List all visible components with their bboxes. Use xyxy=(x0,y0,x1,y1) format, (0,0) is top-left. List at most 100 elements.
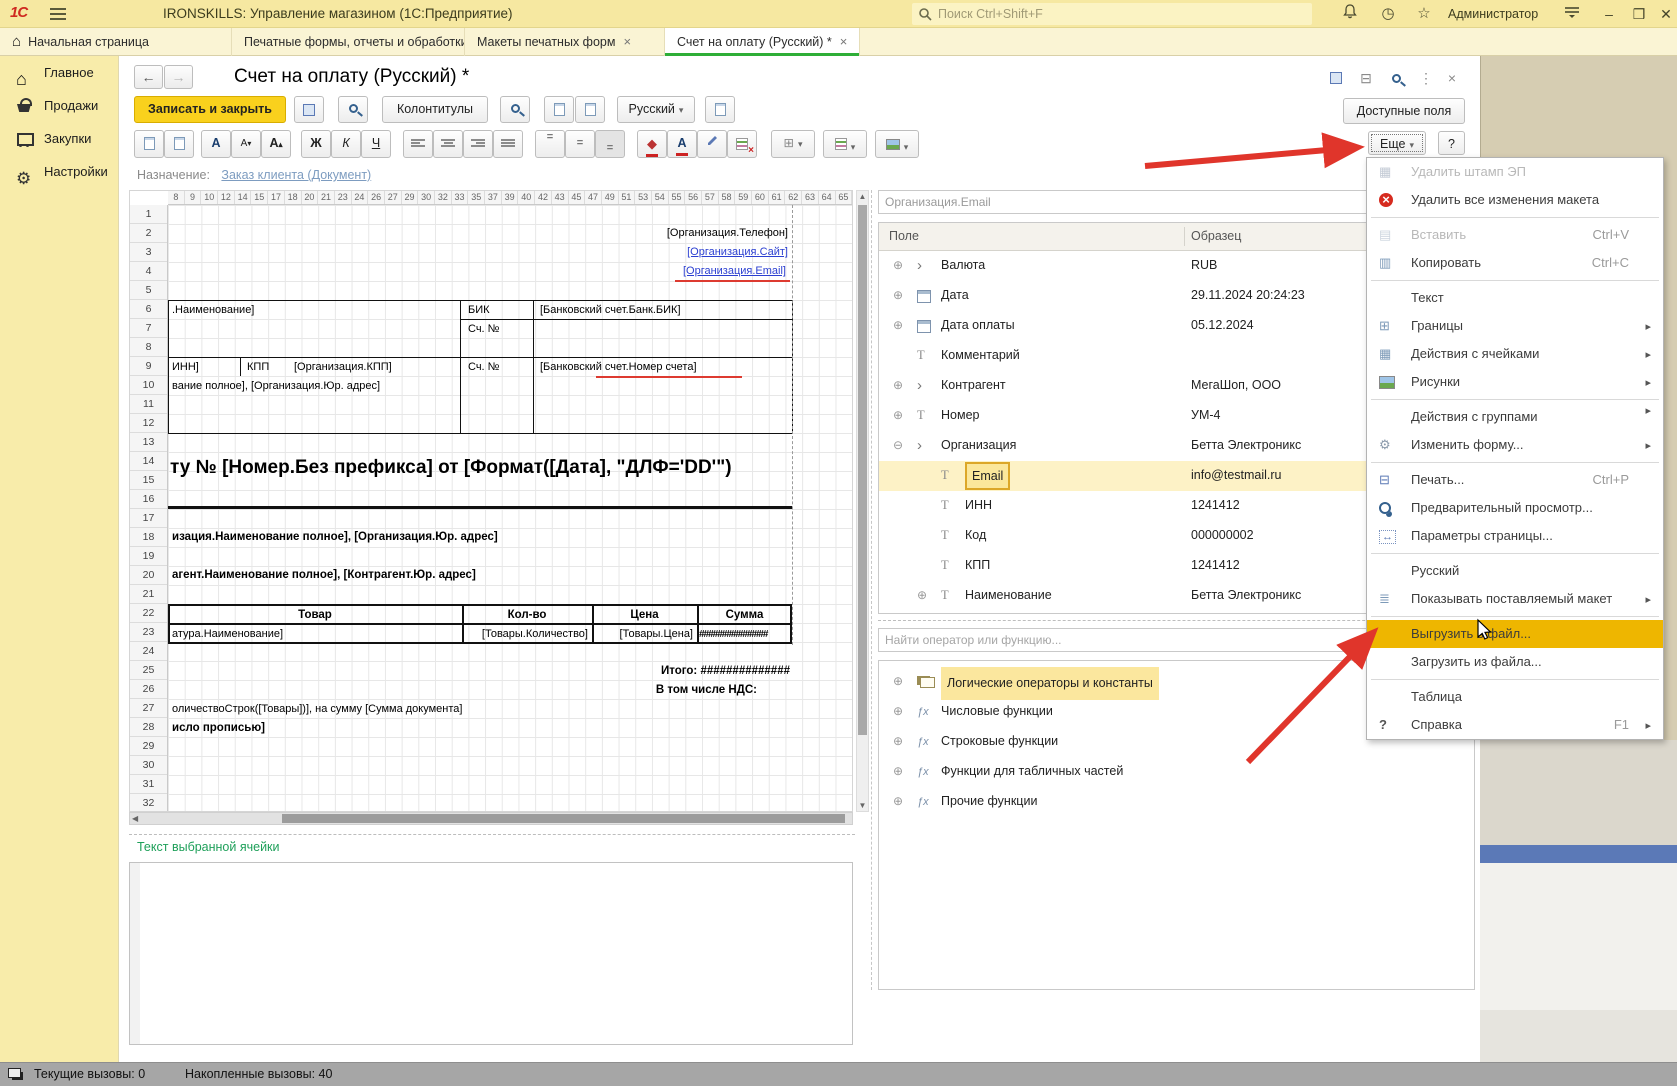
column-header[interactable]: 10 xyxy=(201,191,218,204)
font-button[interactable]: A xyxy=(201,130,231,158)
column-header[interactable]: 33 xyxy=(452,191,469,204)
column-header[interactable]: 30 xyxy=(418,191,435,204)
sheet-cell[interactable]: [Банковский счет.Банк.БИК] xyxy=(540,303,681,317)
expand-icon[interactable] xyxy=(893,401,907,430)
headers-footers-button[interactable]: Колонтитулы xyxy=(382,96,488,123)
save-and-close-button[interactable]: Записать и закрыть xyxy=(134,96,286,123)
row-header[interactable]: 16 xyxy=(130,490,167,509)
borders-dropdown[interactable]: ⊞▾ xyxy=(771,130,815,158)
menu-item[interactable]: Удалить все изменения макета xyxy=(1367,186,1663,214)
row-header[interactable]: 24 xyxy=(130,642,167,661)
sheet-cell[interactable]: [Организация.Сайт] xyxy=(330,245,788,259)
row-header[interactable]: 21 xyxy=(130,585,167,604)
font-decrease-button[interactable]: A▾ xyxy=(231,130,261,158)
sheet-cell[interactable]: Товар xyxy=(168,608,462,622)
column-header[interactable]: 37 xyxy=(485,191,502,204)
expand-icon[interactable] xyxy=(893,757,907,786)
print-icon[interactable]: ⊟ xyxy=(1354,69,1378,89)
row-header[interactable]: 4 xyxy=(130,262,167,281)
tab-close-icon[interactable]: × xyxy=(623,34,631,49)
column-header[interactable]: 9 xyxy=(185,191,202,204)
menu-item[interactable]: Параметры страницы... xyxy=(1367,522,1663,550)
sheet-cell[interactable]: Сумма xyxy=(697,608,792,622)
sheet-cell[interactable]: Кол-во xyxy=(462,608,592,622)
tab-close-icon[interactable]: × xyxy=(840,34,848,49)
notifications-bell-icon[interactable] xyxy=(1338,4,1362,24)
field-name[interactable]: Дата xyxy=(941,281,969,310)
cells-merge-dropdown[interactable]: ▾ xyxy=(823,130,867,158)
column-headers[interactable]: 8910121415171820212324262729303233353739… xyxy=(168,191,852,205)
pen-style-button[interactable] xyxy=(697,130,727,158)
function-group-label[interactable]: Функции для табличных частей xyxy=(941,757,1123,786)
column-header[interactable]: 51 xyxy=(619,191,636,204)
column-header[interactable]: 56 xyxy=(685,191,702,204)
sheet-cell[interactable]: [Организация.Телефон] xyxy=(330,226,788,240)
sheet-cell[interactable]: Цена xyxy=(592,608,697,622)
copy-button[interactable] xyxy=(164,130,194,158)
field-name[interactable]: Комментарий xyxy=(941,341,1020,370)
sheet-cell[interactable]: Итого: ############## xyxy=(430,664,790,678)
column-header[interactable]: 8 xyxy=(168,191,185,204)
service-settings-icon[interactable] xyxy=(1560,4,1584,24)
row-header[interactable]: 29 xyxy=(130,737,167,756)
available-fields-button[interactable]: Доступные поля xyxy=(1343,98,1465,124)
back-button[interactable]: ← xyxy=(134,65,163,89)
row-header[interactable]: 9 xyxy=(130,357,167,376)
expand-icon[interactable] xyxy=(893,251,907,280)
row-header[interactable]: 1 xyxy=(130,205,167,224)
preview-button[interactable] xyxy=(338,96,368,123)
selected-cell-text-area[interactable] xyxy=(129,862,853,1045)
field-name[interactable]: Номер xyxy=(941,401,979,430)
valign-bottom-button[interactable]: = xyxy=(595,130,625,158)
sheet-cell[interactable]: [Организация.Email] xyxy=(330,264,786,278)
save-icon[interactable] xyxy=(1324,69,1348,89)
column-header[interactable]: 20 xyxy=(302,191,319,204)
more-dots-icon[interactable]: ⋮ xyxy=(1414,69,1438,89)
column-header[interactable]: 60 xyxy=(752,191,769,204)
valign-top-button[interactable]: = xyxy=(535,130,565,158)
expand-icon[interactable] xyxy=(917,581,931,610)
sheet-cell[interactable]: Сч. № xyxy=(468,322,499,336)
main-menu-icon[interactable] xyxy=(50,8,66,20)
sheet-cell[interactable]: КПП xyxy=(247,360,269,374)
menu-item[interactable]: Справка F1 xyxy=(1367,711,1663,739)
clear-cells-button[interactable]: × xyxy=(727,130,757,158)
column-header[interactable]: 39 xyxy=(502,191,519,204)
row-header[interactable]: 25 xyxy=(130,661,167,680)
splitter-horizontal[interactable] xyxy=(129,834,855,835)
field-name[interactable]: Email xyxy=(965,462,1010,490)
picture-dropdown[interactable]: ▾ xyxy=(875,130,919,158)
tab[interactable]: Печатные формы, отчеты и обработки× xyxy=(232,28,465,56)
column-header[interactable]: 62 xyxy=(785,191,802,204)
sheet-cell[interactable]: [Товары.Количество] xyxy=(462,627,588,641)
menu-item[interactable]: Русский xyxy=(1367,557,1663,585)
sheet-cell[interactable]: атура.Наименование] xyxy=(172,627,283,641)
field-column-header[interactable]: Поле xyxy=(889,223,919,250)
column-header[interactable]: 24 xyxy=(352,191,369,204)
function-group-row[interactable]: Прочие функции xyxy=(879,787,1474,817)
column-header[interactable]: 29 xyxy=(402,191,419,204)
row-header[interactable]: 17 xyxy=(130,509,167,528)
row-header[interactable]: 5 xyxy=(130,281,167,300)
row-header[interactable]: 10 xyxy=(130,376,167,395)
align-center-button[interactable] xyxy=(433,130,463,158)
field-name[interactable]: ИНН xyxy=(965,491,992,520)
row-header[interactable]: 15 xyxy=(130,471,167,490)
column-header[interactable]: 59 xyxy=(735,191,752,204)
menu-item[interactable]: Выгрузить в файл... xyxy=(1367,620,1663,648)
menu-item[interactable]: Рисунки xyxy=(1367,368,1663,396)
column-header[interactable]: 12 xyxy=(218,191,235,204)
row-header[interactable]: 6 xyxy=(130,300,167,319)
column-header[interactable]: 32 xyxy=(435,191,452,204)
tab[interactable]: Макеты печатных форм× xyxy=(465,28,665,56)
row-header[interactable]: 26 xyxy=(130,680,167,699)
menu-item[interactable] xyxy=(1367,396,1663,403)
row-header[interactable]: 7 xyxy=(130,319,167,338)
expand-icon[interactable] xyxy=(893,311,907,340)
fill-color-button[interactable]: ◆ xyxy=(637,130,667,158)
history-icon[interactable]: ◷ xyxy=(1376,4,1400,24)
purpose-link[interactable]: Заказ клиента (Документ) xyxy=(221,168,371,182)
row-header[interactable]: 3 xyxy=(130,243,167,262)
field-name[interactable]: Организация xyxy=(941,431,1016,460)
menu-item[interactable] xyxy=(1367,277,1663,284)
